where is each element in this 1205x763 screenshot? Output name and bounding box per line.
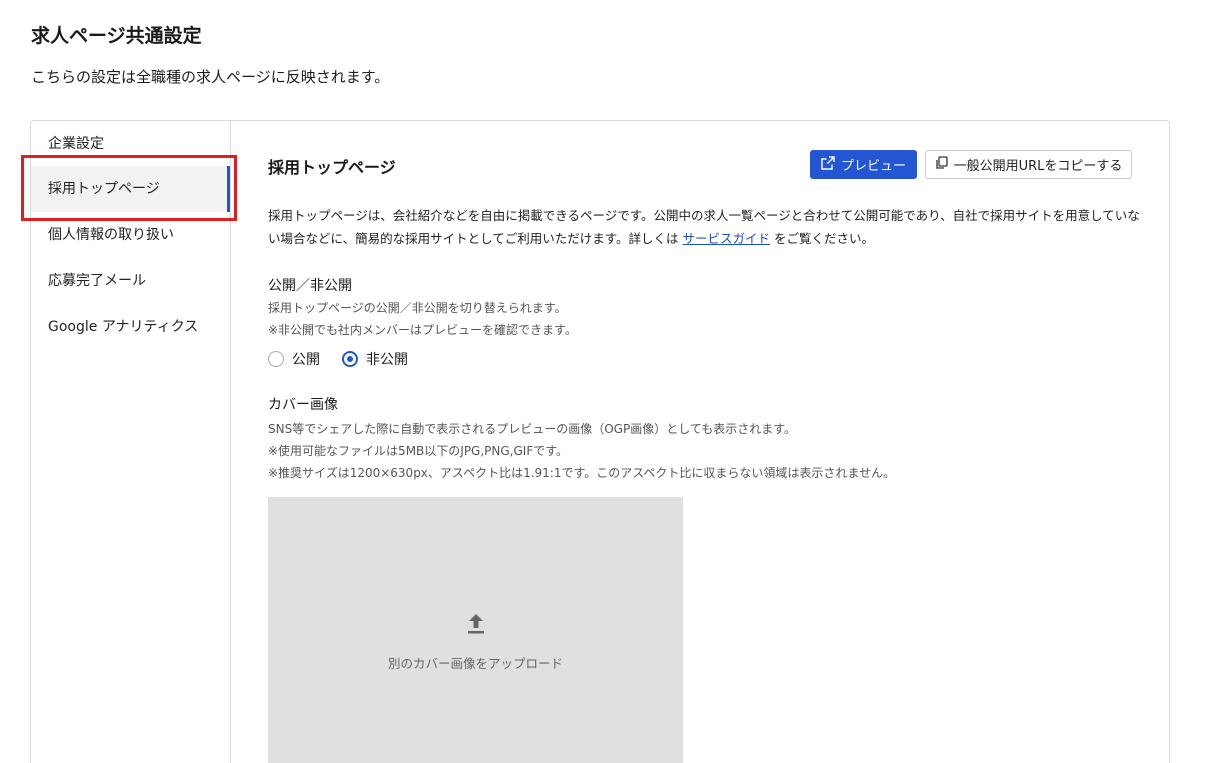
- radio-public[interactable]: 公開: [268, 349, 320, 369]
- cover-hint-1: SNS等でシェアした際に自動で表示されるプレビューの画像（OGP画像）としても表…: [268, 422, 797, 436]
- visibility-radio-group: 公開 非公開: [268, 349, 430, 369]
- visibility-hint-2: ※非公開でも社内メンバーはプレビューを確認できます。: [268, 323, 577, 337]
- page-title: 求人ページ共通設定: [31, 25, 202, 47]
- sidebar-item-analytics[interactable]: Google アナリティクス: [31, 304, 230, 350]
- sidebar: 企業設定 採用トップページ 個人情報の取り扱い 応募完了メール Google ア…: [31, 121, 231, 763]
- radio-private-label: 非公開: [366, 352, 408, 368]
- copy-url-button-label: 一般公開用URLをコピーする: [953, 159, 1123, 174]
- preview-button-label: プレビュー: [840, 159, 906, 174]
- upload-text: 別のカバー画像をアップロード: [387, 655, 563, 671]
- section-title: 採用トップページ: [268, 158, 396, 177]
- sidebar-item-completion-mail[interactable]: 応募完了メール: [31, 258, 230, 304]
- radio-private[interactable]: 非公開: [342, 349, 408, 369]
- sidebar-item-company[interactable]: 企業設定: [31, 121, 230, 167]
- preview-button[interactable]: プレビュー: [810, 150, 917, 179]
- main-content: 採用トップページ プレビュー 一般公開用URLをコピーする 採用トップページは、…: [268, 121, 1168, 763]
- radio-public-label: 公開: [292, 352, 320, 368]
- visibility-hint-1: 採用トップページの公開／非公開を切り替えられます。: [268, 301, 567, 315]
- radio-public-circle[interactable]: [268, 351, 284, 367]
- sidebar-item-recruit-top[interactable]: 採用トップページ: [31, 166, 230, 212]
- sidebar-item-privacy[interactable]: 個人情報の取り扱い: [31, 212, 230, 258]
- copy-icon: [935, 156, 948, 173]
- cover-hint-3: ※推奨サイズは1200×630px、アスペクト比は1.91:1です。このアスペク…: [268, 466, 896, 480]
- cover-image-label: カバー画像: [268, 397, 338, 413]
- visibility-label: 公開／非公開: [268, 278, 352, 294]
- description-text-end: をご覧ください。: [770, 231, 874, 246]
- description: 採用トップページは、会社紹介などを自由に掲載できるページです。公開中の求人一覧ペ…: [268, 204, 1148, 250]
- upload-icon: [467, 613, 485, 641]
- cover-upload-area[interactable]: 別のカバー画像をアップロード: [268, 497, 683, 763]
- page-subtitle: こちらの設定は全職種の求人ページに反映されます。: [31, 68, 390, 86]
- page: 求人ページ共通設定 こちらの設定は全職種の求人ページに反映されます。 企業設定 …: [0, 0, 1205, 763]
- cover-hint-2: ※使用可能なファイルは5MB以下のJPG,PNG,GIFです。: [268, 444, 569, 458]
- service-guide-link[interactable]: サービスガイド: [682, 231, 770, 246]
- settings-panel: 企業設定 採用トップページ 個人情報の取り扱い 応募完了メール Google ア…: [30, 120, 1170, 763]
- radio-private-circle[interactable]: [342, 351, 358, 367]
- copy-url-button[interactable]: 一般公開用URLをコピーする: [925, 150, 1132, 179]
- external-link-icon: [821, 155, 835, 174]
